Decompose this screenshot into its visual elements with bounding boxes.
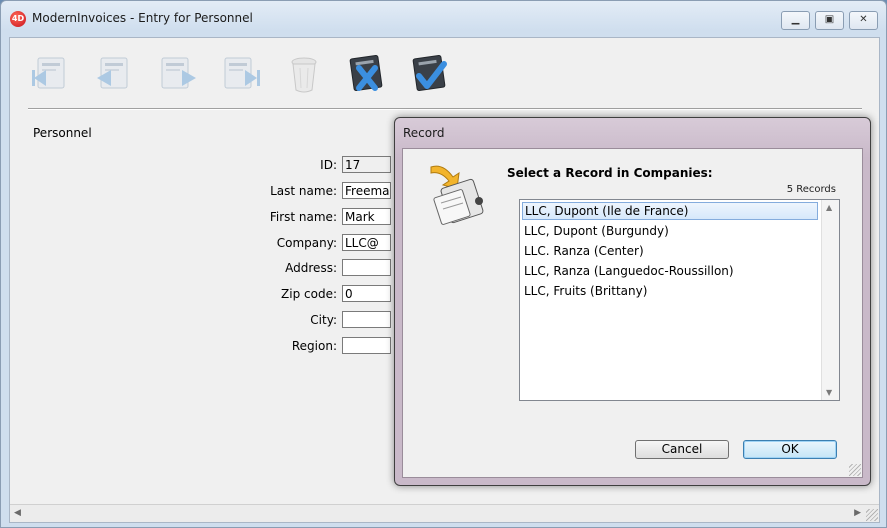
window-title: ModernInvoices - Entry for Personnel	[32, 11, 253, 25]
first-record-icon[interactable]	[30, 52, 74, 96]
address-label: Address:	[285, 261, 337, 275]
zip-code-field[interactable]: 0	[342, 285, 391, 302]
next-record-icon[interactable]	[156, 52, 200, 96]
horizontal-scrollbar[interactable]: ◀ ▶	[10, 504, 879, 522]
id-field: 17	[342, 156, 391, 173]
first-name-field[interactable]: Mark	[342, 208, 391, 225]
list-scrollbar[interactable]: ▲ ▼	[821, 200, 839, 400]
scroll-right-icon[interactable]: ▶	[854, 508, 861, 518]
ok-button[interactable]: OK	[743, 440, 837, 459]
cancel-button[interactable]: Cancel	[635, 440, 729, 459]
list-item[interactable]: LLC, Dupont (Burgundy)	[522, 222, 820, 240]
record-count: 5 Records	[786, 184, 836, 195]
company-field[interactable]: LLC@	[342, 234, 391, 251]
city-label: City:	[310, 313, 337, 327]
close-button[interactable]: ✕	[849, 11, 878, 30]
id-label: ID:	[320, 158, 337, 172]
company-label: Company:	[276, 236, 337, 250]
app-icon: 4D	[10, 11, 26, 27]
zip-code-label: Zip code:	[281, 287, 337, 301]
region-field[interactable]	[342, 337, 391, 354]
delete-record-icon[interactable]	[282, 52, 326, 96]
scroll-left-icon[interactable]: ◀	[14, 508, 21, 518]
last-name-label: Last name:	[270, 184, 337, 198]
record-select-icon	[423, 159, 493, 229]
record-dialog: Record Select a Record in Companies: 5 R…	[394, 117, 871, 486]
list-item[interactable]: LLC, Dupont (Ile de France)	[522, 202, 818, 220]
scroll-down-icon[interactable]: ▼	[826, 388, 832, 397]
dialog-heading: Select a Record in Companies:	[507, 166, 713, 180]
title-bar: 4D ModernInvoices - Entry for Personnel …	[1, 1, 886, 37]
last-record-icon[interactable]	[219, 52, 263, 96]
accept-icon[interactable]	[408, 52, 452, 96]
address-field[interactable]	[342, 259, 391, 276]
list-item[interactable]: LLC, Fruits (Brittany)	[522, 282, 820, 300]
previous-record-icon[interactable]	[93, 52, 137, 96]
region-label: Region:	[291, 339, 337, 353]
resize-grip-icon[interactable]	[866, 509, 878, 521]
scroll-up-icon[interactable]: ▲	[826, 203, 832, 212]
first-name-label: First name:	[269, 210, 337, 224]
section-title: Personnel	[33, 126, 92, 140]
city-field[interactable]	[342, 311, 391, 328]
dialog-resize-grip-icon[interactable]	[849, 464, 861, 476]
list-item[interactable]: LLC, Ranza (Languedoc-Roussillon)	[522, 262, 820, 280]
dialog-body: Select a Record in Companies: 5 Records …	[402, 148, 863, 478]
minimize-button[interactable]: ▁	[781, 11, 810, 30]
list-item[interactable]: LLC. Ranza (Center)	[522, 242, 820, 260]
maximize-button[interactable]: ▣	[815, 11, 844, 30]
toolbar-separator	[28, 108, 862, 110]
cancel-icon[interactable]	[345, 52, 389, 96]
last-name-field[interactable]: Freeman	[342, 182, 391, 199]
dialog-title: Record	[403, 126, 445, 140]
records-list[interactable]: LLC, Dupont (Ile de France) LLC, Dupont …	[519, 199, 840, 401]
